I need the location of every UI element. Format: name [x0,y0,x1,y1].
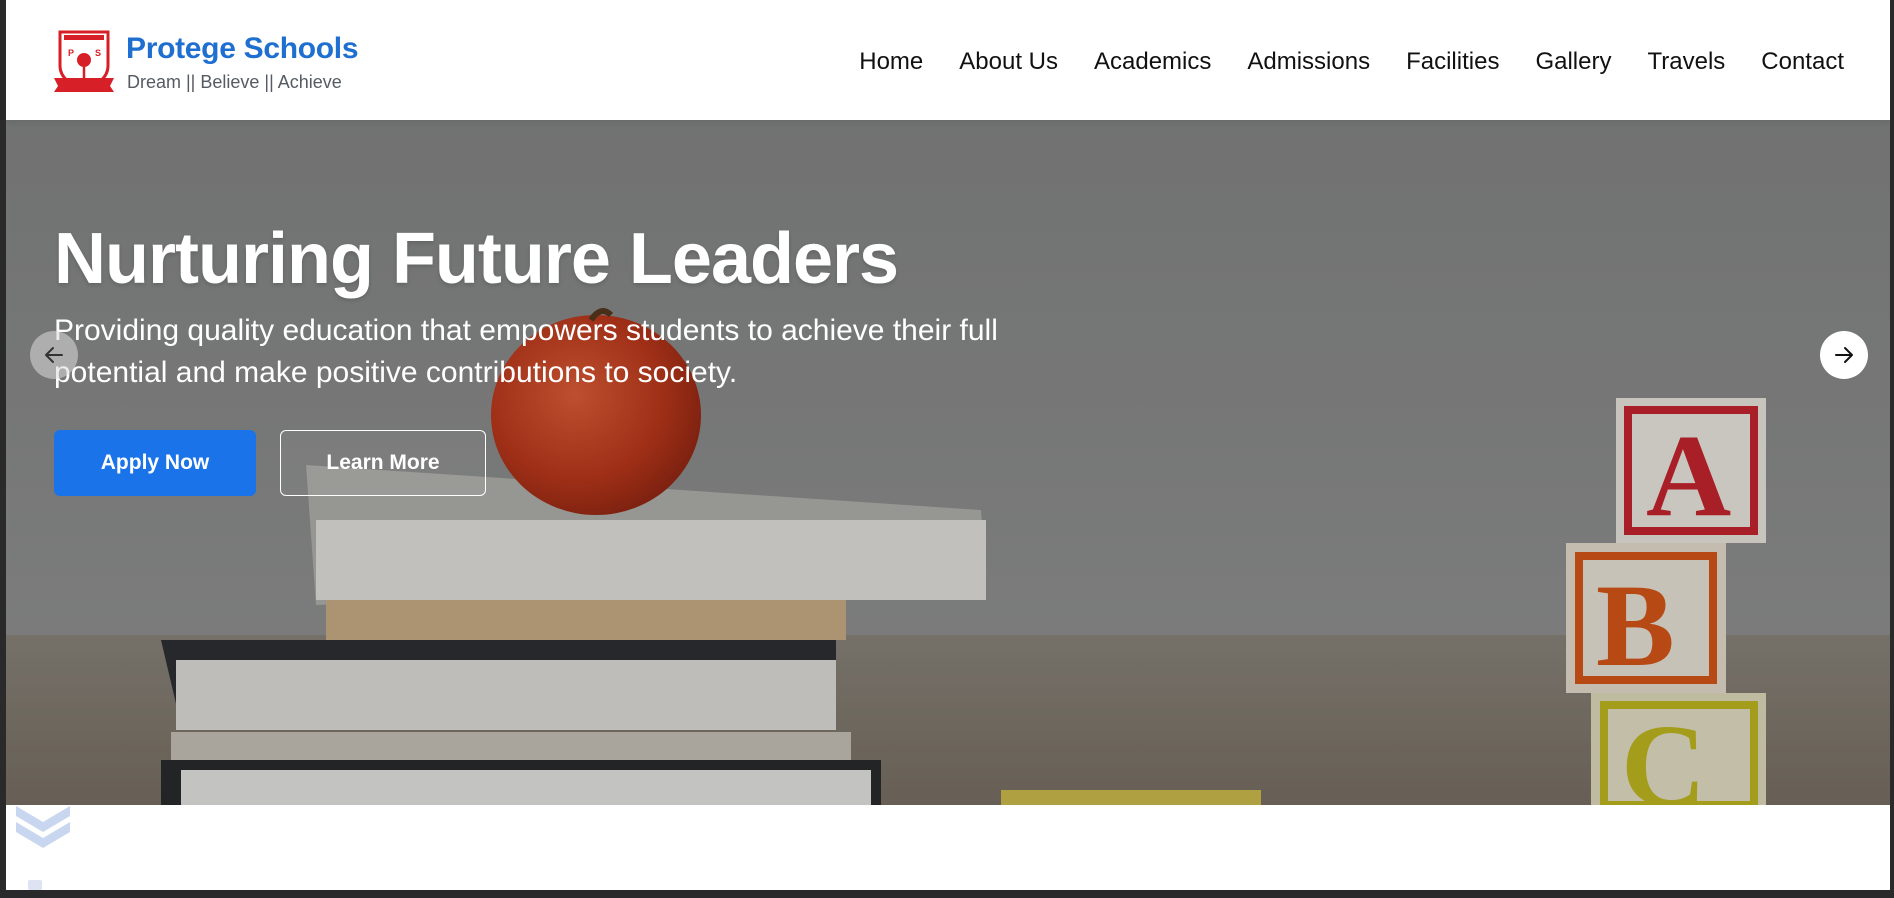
chevron-down-icon[interactable] [10,802,76,852]
brand-tagline: Dream || Believe || Achieve [127,72,342,92]
svg-text:P: P [68,48,74,58]
hero-carousel: A B C Nurturing Future Leaders Providing… [6,120,1890,805]
carousel-next-button[interactable] [1820,331,1868,379]
arrow-left-icon [45,347,63,363]
carousel-prev-button[interactable] [30,331,78,379]
school-logo[interactable]: P S [54,26,114,94]
nav-academics[interactable]: Academics [1094,48,1211,76]
scroll-indicator-dot [28,880,42,890]
svg-text:S: S [95,48,101,58]
site-header: P S Protege Schools Dream || Believe || … [6,0,1890,120]
learn-more-button[interactable]: Learn More [280,430,486,496]
nav-gallery[interactable]: Gallery [1535,48,1611,76]
nav-admissions[interactable]: Admissions [1247,48,1370,76]
page: P S Protege Schools Dream || Believe || … [6,0,1890,890]
nav-home[interactable]: Home [859,48,923,76]
nav-travels[interactable]: Travels [1647,48,1725,76]
apply-now-button[interactable]: Apply Now [54,430,256,496]
hero-title: Nurturing Future Leaders [54,219,899,299]
arrow-right-icon [1835,347,1853,363]
nav-about-us[interactable]: About Us [959,48,1058,76]
main-nav: Home About Us Academics Admissions Facil… [859,48,1844,76]
nav-contact[interactable]: Contact [1761,48,1844,76]
hero-subtitle: Providing quality education that empower… [54,314,998,389]
nav-facilities[interactable]: Facilities [1406,48,1499,76]
brand-name[interactable]: Protege Schools [126,32,359,66]
